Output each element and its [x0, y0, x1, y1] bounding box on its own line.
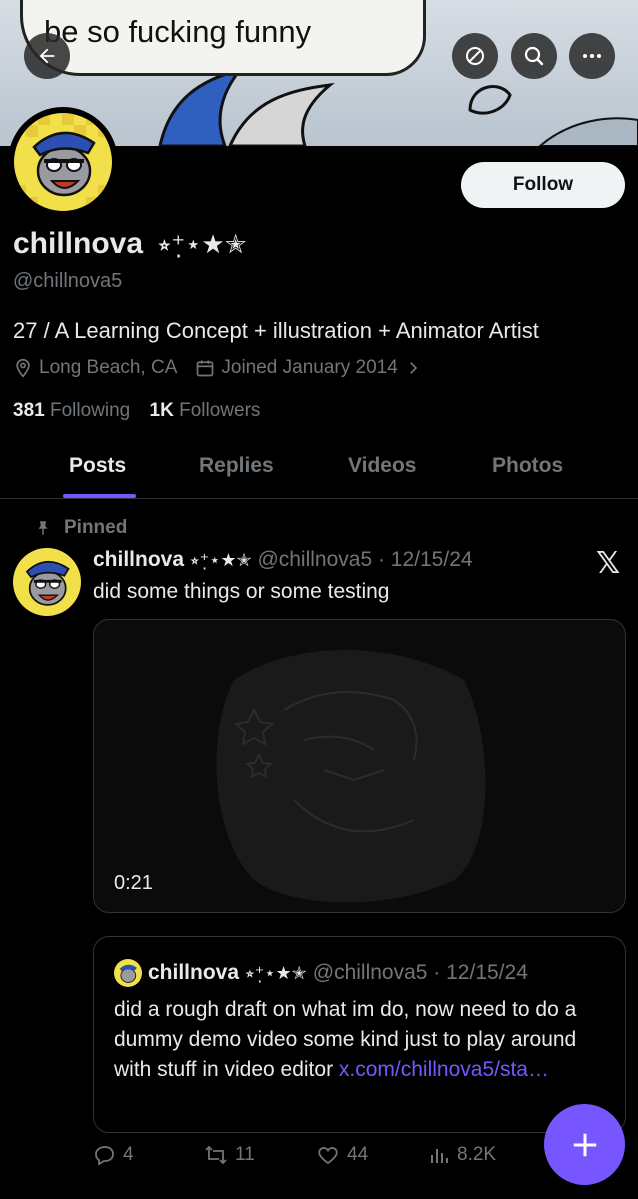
arrow-left-icon: [39, 48, 55, 64]
location-item: Long Beach, CA: [13, 357, 177, 379]
quoted-post[interactable]: chillnova ⭒⁺̣⋆★✭ @chillnova5 · 12/15/24 …: [93, 936, 626, 1133]
following-count: 381: [13, 400, 45, 421]
compose-button[interactable]: [544, 1104, 625, 1185]
post-author-decoration: ⭒⁺̣⋆★✭: [189, 550, 252, 570]
back-button[interactable]: [24, 33, 70, 79]
joined-item[interactable]: Joined January 2014: [195, 357, 427, 379]
more-button[interactable]: [569, 33, 615, 79]
repost-icon: [205, 1145, 227, 1165]
quote-avatar: [114, 959, 142, 987]
profile-name-decoration: ⭒⁺̣⋆★✭: [157, 229, 247, 259]
views-icon: [431, 1149, 448, 1163]
mute-button[interactable]: [452, 33, 498, 79]
block-icon: [466, 47, 484, 65]
post-text: did some things or some testing: [93, 580, 390, 603]
pinned-label-row: Pinned: [38, 517, 128, 539]
video-player[interactable]: 0:21: [93, 619, 626, 913]
followers-count: 1K: [149, 400, 174, 421]
location-text: Long Beach, CA: [39, 357, 178, 378]
profile-tabs: Posts Replies Videos Photos: [0, 440, 638, 499]
video-thumbnail: [216, 650, 486, 903]
active-tab-indicator: [63, 494, 136, 498]
location-pin-icon: [16, 358, 30, 378]
search-icon: [524, 46, 544, 66]
like-button[interactable]: 44: [315, 1143, 368, 1167]
reply-icon: [95, 1146, 114, 1166]
quote-header: chillnova ⭒⁺̣⋆★✭ @chillnova5 · 12/15/24: [114, 959, 528, 987]
quote-text-block: did a rough draft on what im do, now nee…: [114, 995, 614, 1085]
profile-meta: Long Beach, CA Joined January 2014: [13, 357, 446, 379]
views-button[interactable]: 8.2K: [427, 1143, 496, 1167]
tab-posts[interactable]: Posts: [69, 454, 126, 478]
avatar-image: [14, 113, 112, 211]
search-button[interactable]: [511, 33, 557, 79]
video-duration: 0:21: [114, 872, 153, 894]
profile-handle: @chillnova5: [13, 270, 123, 292]
pin-icon: [38, 521, 48, 535]
post-header: chillnova ⭒⁺̣⋆★✭ @chillnova5 · 12/15/24: [93, 548, 473, 572]
plus-icon: [573, 1133, 596, 1156]
followers-label: Followers: [179, 400, 261, 421]
profile-stats: 381 Following 1K Followers: [13, 400, 260, 422]
banner-caption: be so fucking funny: [44, 14, 312, 49]
more-icon: [583, 54, 601, 58]
repost-button[interactable]: 11: [203, 1143, 255, 1167]
quote-author-name: chillnova: [148, 961, 240, 984]
follow-button[interactable]: Follow: [461, 162, 625, 208]
quote-link[interactable]: x.com/chillnova5/sta…: [339, 1058, 549, 1081]
post-avatar[interactable]: [13, 548, 81, 616]
joined-text: Joined January 2014: [221, 357, 398, 378]
x-logo-icon: 𝕏: [596, 547, 621, 580]
profile-bio: 27 / A Learning Concept + illustration +…: [13, 318, 539, 343]
reply-button[interactable]: 4: [93, 1143, 134, 1167]
tab-replies[interactable]: Replies: [199, 454, 274, 478]
quote-handle-date: @chillnova5 · 12/15/24: [312, 961, 528, 984]
tab-photos[interactable]: Photos: [492, 454, 563, 478]
calendar-icon: [197, 360, 214, 377]
views-count: 8.2K: [457, 1144, 497, 1165]
tab-videos[interactable]: Videos: [348, 454, 416, 478]
heart-icon: [318, 1147, 338, 1165]
profile-name-row: chillnova ⭒⁺̣⋆★✭: [13, 227, 247, 261]
chevron-right-icon: [409, 362, 417, 374]
following-link[interactable]: 381 Following: [13, 400, 130, 421]
quote-author-decoration: ⭒⁺̣⋆★✭: [245, 962, 307, 983]
post-handle-date[interactable]: @chillnova5 · 12/15/24: [257, 548, 472, 571]
following-label: Following: [49, 400, 131, 421]
reply-count: 4: [123, 1144, 134, 1165]
post-author-name[interactable]: chillnova: [93, 548, 184, 571]
like-count: 44: [347, 1144, 369, 1165]
profile-name: chillnova: [13, 227, 144, 260]
followers-link[interactable]: 1K Followers: [150, 400, 261, 421]
repost-count: 11: [235, 1144, 255, 1165]
profile-avatar[interactable]: [8, 107, 118, 217]
pinned-label: Pinned: [64, 517, 128, 538]
